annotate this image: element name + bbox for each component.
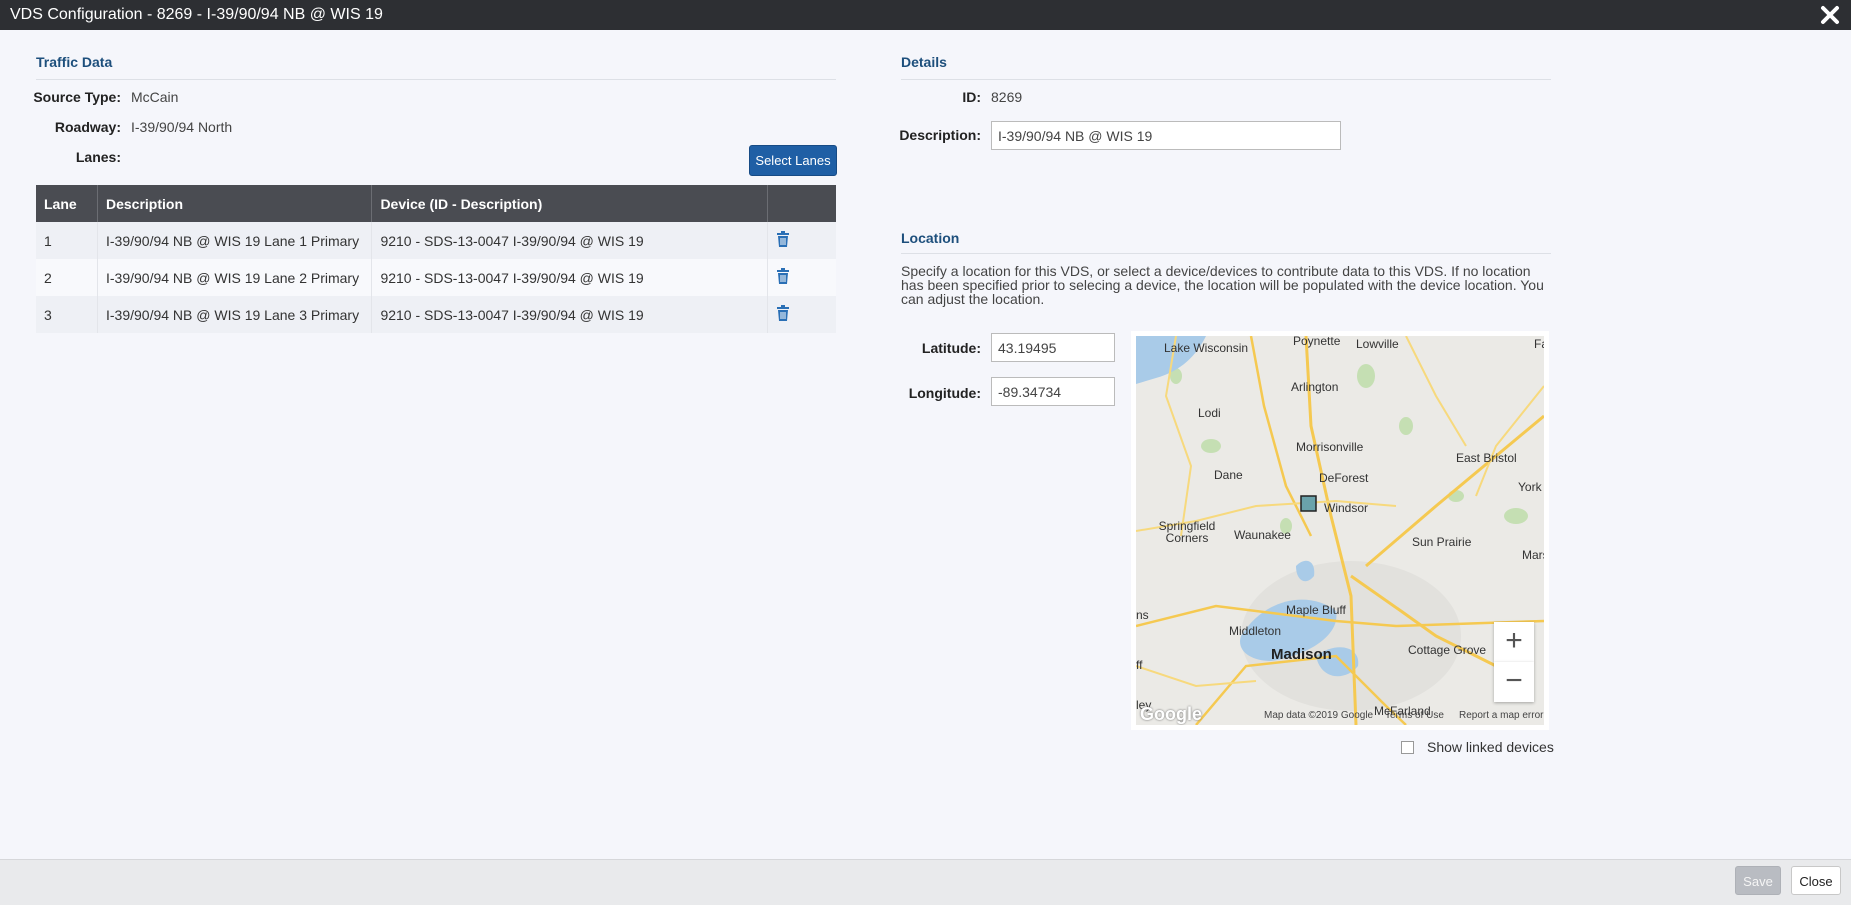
traffic-data-divider [36,79,836,80]
description-input[interactable] [991,121,1341,150]
roadway-label: Roadway: [54,119,121,135]
map-place-label: DeForest [1319,471,1369,485]
map-place-label: ff [1136,658,1143,672]
trash-icon[interactable] [776,231,790,247]
column-description[interactable]: Description [97,185,373,222]
map-place-label: Lodi [1198,406,1221,420]
longitude-label: Longitude: [908,385,981,401]
show-linked-devices-checkbox[interactable] [1401,741,1414,754]
lanes-table-header: Lane Description Device (ID - Descriptio… [36,185,836,222]
details-divider [901,79,1551,80]
location-map[interactable]: Poynette Lowville Lake Wisconsin Arlingt… [1131,331,1549,730]
dialog-footer [0,859,1851,905]
dialog-titlebar: VDS Configuration - 8269 - I-39/90/94 NB… [0,0,1851,30]
map-zoom-in-button[interactable]: + [1494,622,1534,662]
map-terms-link[interactable]: Terms of Use [1385,710,1444,721]
lane-description: I-39/90/94 NB @ WIS 19 Lane 1 Primary [97,222,373,259]
lane-number: 2 [36,259,98,296]
map-place-label: Cottage Grove [1408,643,1487,657]
map-place-label: Windsor [1324,501,1369,515]
map-place-label: Lake Wisconsin [1164,341,1249,355]
map-place-label: Madison [1271,646,1332,663]
lane-device: 9210 - SDS-13-0047 I-39/90/94 @ WIS 19 [371,222,768,259]
map-place-label: Mars [1522,548,1549,562]
map-place-label: Poynette [1293,334,1341,348]
map-place-label: Dane [1214,468,1243,482]
description-label: Description: [899,127,981,143]
close-button[interactable]: Close [1791,866,1841,895]
latitude-label: Latitude: [921,340,981,356]
location-help-text: Specify a location for this VDS, or sele… [901,263,1544,307]
map-place-label: Arlington [1291,380,1339,394]
map-place-label: Fa [1534,337,1549,351]
map-place-label: ns [1136,608,1149,622]
roadway-value: I-39/90/94 North [131,119,233,135]
map-report-link[interactable]: Report a map error [1459,710,1543,721]
table-row[interactable]: 2 I-39/90/94 NB @ WIS 19 Lane 2 Primary … [36,259,836,296]
lane-number: 3 [36,296,98,333]
save-button[interactable]: Save [1735,866,1781,895]
lane-actions [767,222,836,259]
select-lanes-button[interactable]: Select Lanes [749,145,837,176]
trash-icon[interactable] [776,305,790,321]
lane-device: 9210 - SDS-13-0047 I-39/90/94 @ WIS 19 [371,296,768,333]
map-place-label: Middleton [1229,624,1282,638]
longitude-input[interactable] [991,377,1115,406]
lanes-label: Lanes: [75,149,121,165]
lane-number: 1 [36,222,98,259]
table-row[interactable]: 1 I-39/90/94 NB @ WIS 19 Lane 1 Primary … [36,222,836,259]
column-actions [767,185,836,222]
lanes-table: Lane Description Device (ID - Descriptio… [36,185,836,333]
source-type-value: McCain [131,89,179,105]
map-data-attribution: Map data ©2019 Google [1264,710,1374,721]
location-heading: Location [901,230,960,246]
traffic-data-heading: Traffic Data [36,54,113,70]
trash-icon[interactable] [776,268,790,284]
lane-description: I-39/90/94 NB @ WIS 19 Lane 2 Primary [97,259,373,296]
map-place-label: Lowville [1356,337,1399,351]
id-value: 8269 [991,89,1023,105]
lane-device: 9210 - SDS-13-0047 I-39/90/94 @ WIS 19 [371,259,768,296]
google-logo: Google [1140,704,1202,724]
map-zoom-out-button[interactable]: − [1494,662,1534,702]
latitude-input[interactable] [991,333,1115,362]
id-label: ID: [962,89,981,105]
map-place-label: Sun Prairie [1412,535,1472,549]
details-heading: Details [901,54,947,70]
map-place-label: Morrisonville [1296,440,1364,454]
map-place-label: York C [1518,480,1544,494]
column-lane[interactable]: Lane [36,185,98,222]
map-place-label: Springfield Corners [1158,519,1216,545]
lane-actions [767,259,836,296]
map-place-label: East Bristol [1456,451,1517,465]
lane-actions [767,296,836,333]
map-place-label: Maple Bluff [1286,603,1346,617]
map-place-label: Waunakee [1234,528,1291,542]
show-linked-devices-label[interactable]: Show linked devices [1427,739,1554,755]
column-device[interactable]: Device (ID - Description) [371,185,768,222]
location-divider [901,253,1551,254]
table-row[interactable]: 3 I-39/90/94 NB @ WIS 19 Lane 3 Primary … [36,296,836,333]
lane-description: I-39/90/94 NB @ WIS 19 Lane 3 Primary [97,296,373,333]
close-icon[interactable] [1819,4,1841,26]
source-type-label: Source Type: [33,89,121,105]
dialog-title: VDS Configuration - 8269 - I-39/90/94 NB… [10,6,383,23]
vds-configuration-dialog: VDS Configuration - 8269 - I-39/90/94 NB… [0,0,1851,905]
